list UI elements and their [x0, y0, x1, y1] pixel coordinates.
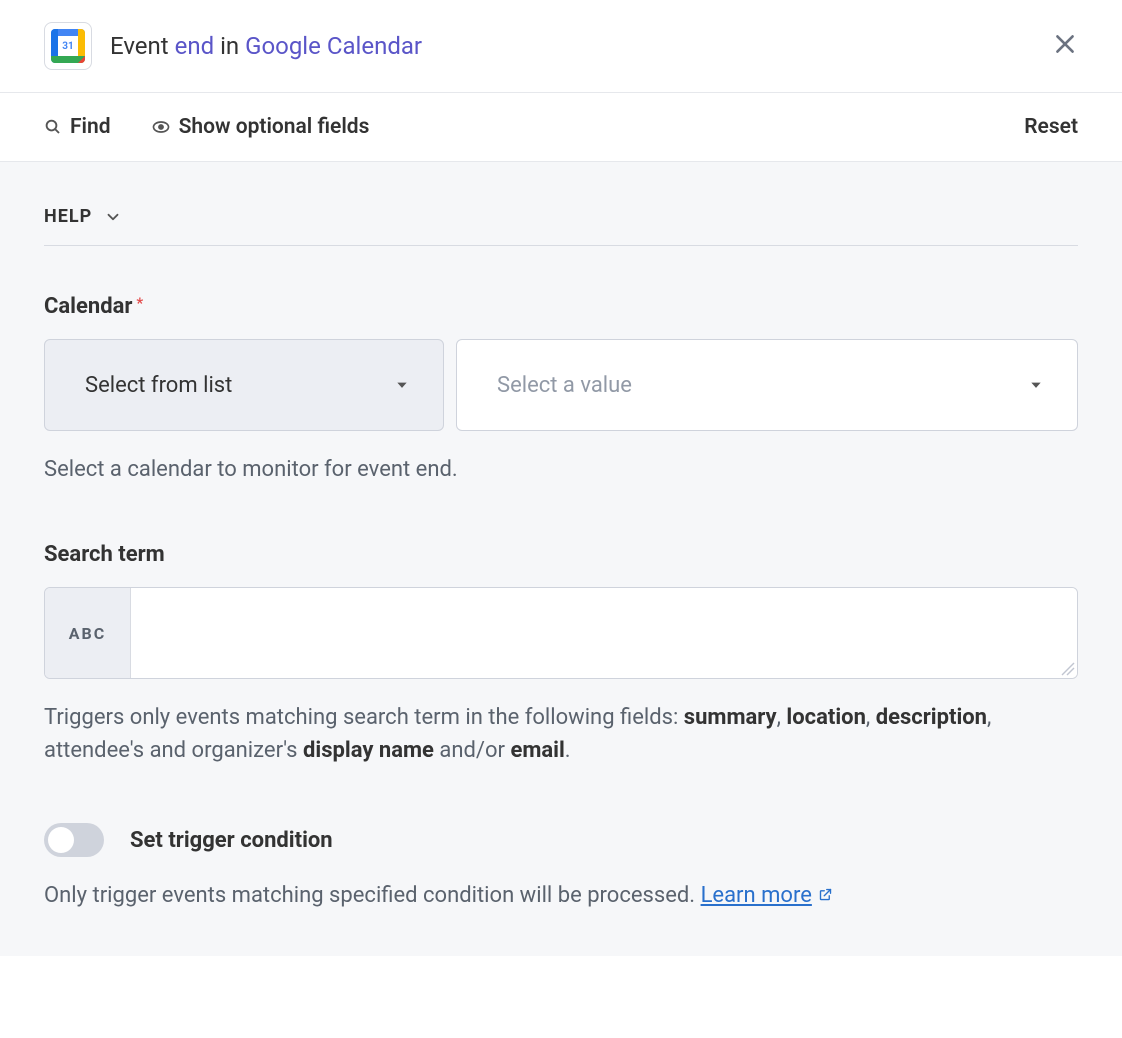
hint-bold: summary: [684, 705, 777, 730]
search-icon: [44, 118, 62, 136]
show-optional-button[interactable]: Show optional fields: [151, 115, 370, 139]
hint-text: Only trigger events matching specified c…: [44, 883, 701, 908]
trigger-condition-field: Set trigger condition Only trigger event…: [44, 823, 1078, 912]
content-area: HELP Calendar* Select from list Select a…: [0, 162, 1122, 956]
calendar-field: Calendar* Select from list Select a valu…: [44, 294, 1078, 486]
find-button[interactable]: Find: [44, 115, 111, 139]
close-icon: [1052, 31, 1078, 57]
hint-text: .: [565, 738, 571, 763]
toggle-knob: [48, 827, 74, 853]
calendar-value-placeholder: Select a value: [497, 373, 632, 398]
search-term-input-row: ABC: [44, 587, 1078, 679]
hint-bold: description: [876, 705, 987, 730]
external-link-icon: [818, 879, 833, 912]
text-type-badge: ABC: [45, 588, 131, 678]
hint-bold: location: [786, 705, 866, 730]
search-term-hint: Triggers only events matching search ter…: [44, 701, 1078, 767]
search-term-label: Search term: [44, 542, 1078, 567]
title-end: end: [175, 32, 215, 60]
trigger-toggle[interactable]: [44, 823, 104, 857]
hint-text: ,: [866, 705, 876, 730]
title-app: Google Calendar: [245, 32, 422, 60]
chevron-down-icon: [104, 208, 122, 226]
calendar-hint: Select a calendar to monitor for event e…: [44, 453, 1078, 486]
header-left: 31 Event end in Google Calendar: [44, 22, 422, 70]
help-label-text: HELP: [44, 206, 92, 227]
toolbar: Find Show optional fields Reset: [0, 93, 1122, 162]
close-button[interactable]: [1052, 31, 1078, 61]
calendar-value-select[interactable]: Select a value: [456, 339, 1078, 431]
calendar-inputs: Select from list Select a value: [44, 339, 1078, 431]
reset-button[interactable]: Reset: [1024, 115, 1078, 139]
help-section[interactable]: HELP: [44, 206, 1078, 246]
calendar-label: Calendar*: [44, 294, 1078, 319]
learn-more-text: Learn more: [701, 883, 812, 908]
find-label: Find: [70, 115, 111, 139]
trigger-hint: Only trigger events matching specified c…: [44, 879, 1078, 912]
resize-handle-icon[interactable]: [1059, 660, 1075, 676]
hint-text: Triggers only events matching search ter…: [44, 705, 684, 730]
hint-bold: display name: [303, 738, 434, 763]
toolbar-left: Find Show optional fields: [44, 115, 369, 139]
hint-bold: email: [510, 738, 564, 763]
search-term-field: Search term ABC Triggers only events mat…: [44, 542, 1078, 767]
reset-label: Reset: [1024, 115, 1078, 139]
calendar-mode-select[interactable]: Select from list: [44, 339, 444, 431]
trigger-toggle-row: Set trigger condition: [44, 823, 1078, 857]
required-indicator: *: [136, 294, 143, 312]
panel-title: Event end in Google Calendar: [110, 32, 422, 60]
learn-more-link[interactable]: Learn more: [701, 883, 833, 908]
caret-down-icon: [395, 378, 409, 392]
title-in: in: [220, 32, 239, 60]
show-optional-label: Show optional fields: [179, 115, 370, 139]
trigger-toggle-label: Set trigger condition: [130, 828, 333, 853]
panel-header: 31 Event end in Google Calendar: [0, 0, 1122, 93]
calendar-label-text: Calendar: [44, 294, 132, 319]
search-term-input-wrap: [131, 588, 1077, 678]
hint-text: ,: [777, 705, 787, 730]
calendar-icon-day: 31: [62, 41, 73, 52]
caret-down-icon: [1029, 378, 1043, 392]
search-term-input[interactable]: [131, 588, 1077, 678]
hint-text: and/or: [434, 738, 511, 763]
eye-icon: [151, 117, 171, 137]
help-toggle[interactable]: HELP: [44, 206, 1078, 227]
google-calendar-icon: 31: [44, 22, 92, 70]
calendar-mode-text: Select from list: [85, 373, 232, 398]
title-event: Event: [110, 32, 169, 60]
